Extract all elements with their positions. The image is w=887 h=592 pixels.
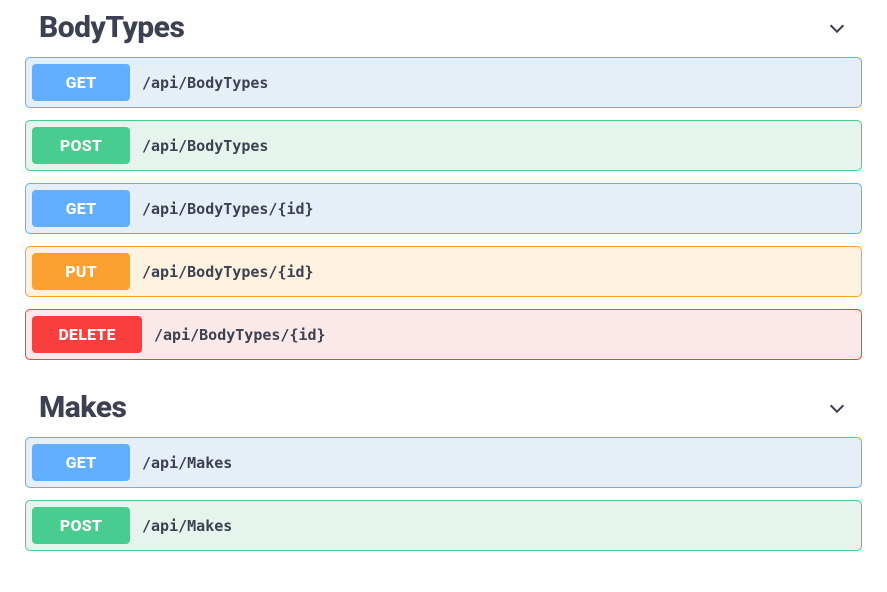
operation-path: /api/Makes — [142, 454, 232, 472]
section-bodytypes: BodyTypes GET /api/BodyTypes POST /api/B… — [25, 0, 862, 360]
section-title: BodyTypes — [39, 10, 184, 45]
operation-row[interactable]: GET /api/BodyTypes/{id} — [25, 183, 862, 234]
section-title: Makes — [39, 390, 126, 425]
section-header-makes[interactable]: Makes — [25, 380, 862, 437]
operation-row[interactable]: POST /api/BodyTypes — [25, 120, 862, 171]
method-badge: POST — [32, 507, 130, 544]
operations-list: GET /api/BodyTypes POST /api/BodyTypes G… — [25, 57, 862, 360]
operation-row[interactable]: GET /api/Makes — [25, 437, 862, 488]
method-badge: PUT — [32, 253, 130, 290]
operation-path: /api/BodyTypes/{id} — [142, 200, 314, 218]
chevron-down-icon — [826, 397, 848, 419]
operation-row[interactable]: PUT /api/BodyTypes/{id} — [25, 246, 862, 297]
method-badge: GET — [32, 444, 130, 481]
operation-path: /api/BodyTypes/{id} — [142, 263, 314, 281]
operation-row[interactable]: GET /api/BodyTypes — [25, 57, 862, 108]
method-badge: DELETE — [32, 316, 142, 353]
operation-path: /api/BodyTypes/{id} — [154, 326, 326, 344]
section-header-bodytypes[interactable]: BodyTypes — [25, 0, 862, 57]
operations-list: GET /api/Makes POST /api/Makes — [25, 437, 862, 551]
method-badge: GET — [32, 190, 130, 227]
operation-row[interactable]: DELETE /api/BodyTypes/{id} — [25, 309, 862, 360]
section-makes: Makes GET /api/Makes POST /api/Makes — [25, 380, 862, 551]
operation-path: /api/BodyTypes — [142, 74, 268, 92]
method-badge: POST — [32, 127, 130, 164]
operation-path: /api/Makes — [142, 517, 232, 535]
method-badge: GET — [32, 64, 130, 101]
chevron-down-icon — [826, 17, 848, 39]
operation-row[interactable]: POST /api/Makes — [25, 500, 862, 551]
operation-path: /api/BodyTypes — [142, 137, 268, 155]
